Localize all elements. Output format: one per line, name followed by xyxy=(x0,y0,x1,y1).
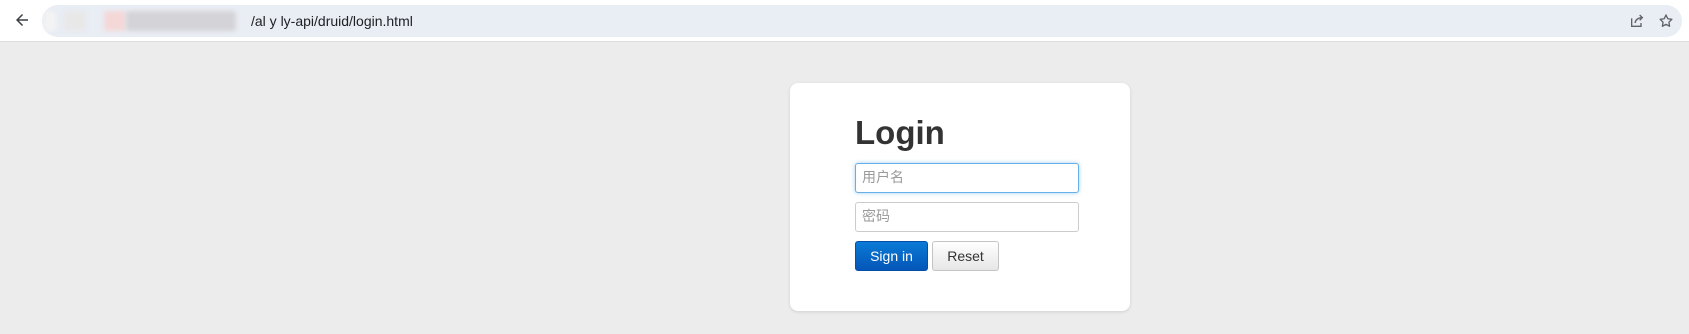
login-card: Login Sign in Reset xyxy=(790,83,1130,311)
url-text: /al y ly-api/druid/login.html xyxy=(251,13,413,29)
redacted-host xyxy=(64,11,86,31)
username-input[interactable] xyxy=(855,163,1079,193)
reset-button[interactable]: Reset xyxy=(932,241,999,271)
redacted-host xyxy=(44,11,56,31)
back-arrow-icon xyxy=(16,14,28,26)
star-icon xyxy=(1659,14,1673,27)
redacted-host xyxy=(126,11,236,31)
bookmark-button[interactable] xyxy=(1656,11,1676,31)
back-button[interactable] xyxy=(8,6,36,34)
browser-toolbar: /al y ly-api/druid/login.html xyxy=(0,0,1689,42)
sign-in-button[interactable]: Sign in xyxy=(855,241,928,271)
share-button[interactable] xyxy=(1627,11,1647,31)
password-input[interactable] xyxy=(855,202,1079,232)
address-bar[interactable]: /al y ly-api/druid/login.html xyxy=(42,5,1682,37)
login-title: Login xyxy=(855,114,945,151)
share-icon xyxy=(1631,14,1644,27)
redacted-host xyxy=(104,11,126,31)
